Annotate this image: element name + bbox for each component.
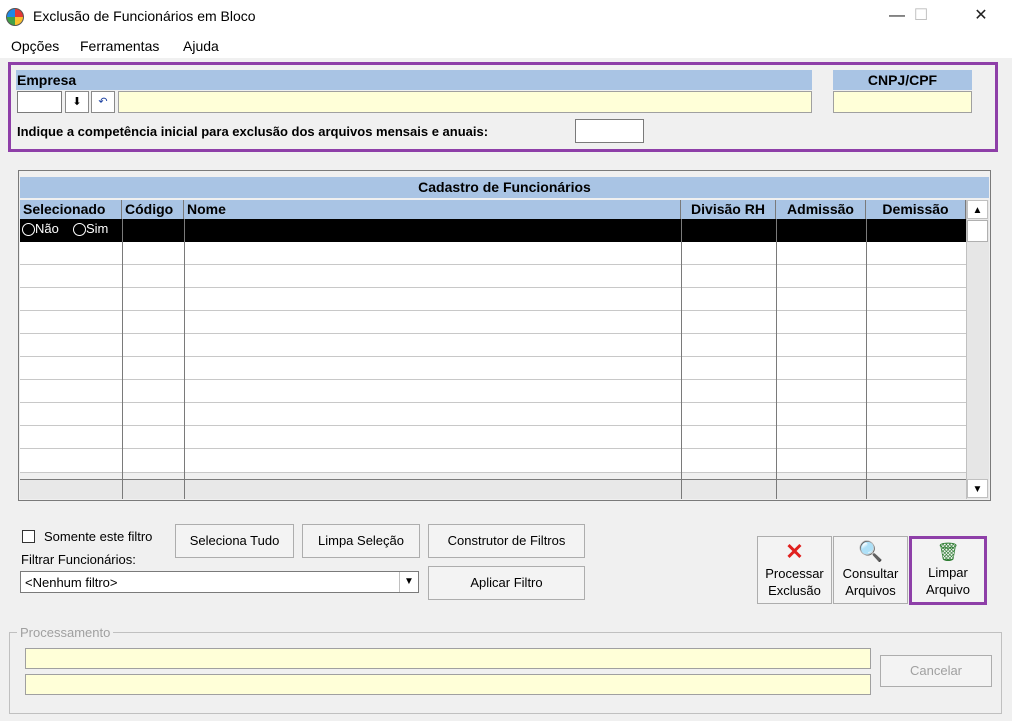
competencia-input[interactable]	[575, 119, 644, 143]
construtor-filtros-button[interactable]: Construtor de Filtros	[428, 524, 585, 558]
table-row[interactable]	[20, 403, 966, 426]
col-selecionado[interactable]: Selecionado	[20, 200, 122, 219]
radio-circle-icon	[73, 223, 86, 237]
empresa-name-field	[118, 91, 812, 113]
empresa-label: Empresa	[16, 70, 812, 90]
column-divider	[122, 219, 123, 499]
window-title: Exclusão de Funcionários em Bloco	[33, 8, 256, 24]
grid-title: Cadastro de Funcionários	[20, 177, 989, 198]
chevron-down-icon: ▼	[399, 572, 418, 592]
radio-sim[interactable]: Sim	[73, 221, 109, 237]
radio-nao-label: Não	[35, 221, 59, 236]
processamento-group	[9, 632, 1002, 714]
table-row[interactable]	[20, 288, 966, 311]
cnpj-field	[833, 91, 972, 113]
radio-circle-icon	[22, 223, 35, 237]
table-row[interactable]	[20, 334, 966, 357]
cancelar-button[interactable]: Cancelar	[880, 655, 992, 687]
close-button[interactable]: ✕	[958, 0, 1004, 32]
processar-label-2: Exclusão	[768, 583, 821, 598]
maximize-button[interactable]: ☐	[898, 0, 944, 32]
processamento-line-1	[25, 648, 871, 669]
table-row-selected[interactable]	[20, 219, 966, 242]
col-codigo[interactable]: Código	[122, 200, 184, 219]
seleciona-tudo-button[interactable]: Seleciona Tudo	[175, 524, 294, 558]
empresa-undo-button[interactable]: ↶	[91, 91, 115, 113]
table-row[interactable]	[20, 311, 966, 334]
limpar-label-2: Arquivo	[925, 582, 971, 597]
scroll-thumb[interactable]	[967, 220, 988, 242]
limpa-selecao-button[interactable]: Limpa Seleção	[302, 524, 420, 558]
cnpj-label: CNPJ/CPF	[833, 70, 972, 90]
col-nome[interactable]: Nome	[184, 200, 681, 219]
table-row[interactable]	[20, 380, 966, 403]
filtrar-label: Filtrar Funcionários:	[21, 552, 136, 567]
table-row[interactable]	[20, 449, 966, 473]
app-icon	[6, 8, 24, 26]
col-demissao[interactable]: Demissão	[866, 200, 966, 219]
vertical-scrollbar[interactable]	[966, 200, 989, 499]
filtro-select-value: <Nenhum filtro>	[25, 575, 118, 590]
column-divider	[776, 219, 777, 499]
limpar-arquivo-button[interactable]: 🗑 Limpar Arquivo	[909, 536, 987, 605]
column-divider	[681, 219, 682, 499]
consultar-arquivos-button[interactable]: 🔍 Consultar Arquivos	[833, 536, 908, 604]
menu-opcoes[interactable]: Opções	[11, 38, 59, 54]
menu-ajuda[interactable]: Ajuda	[183, 38, 219, 54]
processamento-label: Processamento	[17, 625, 114, 640]
grid-footer-row	[20, 479, 966, 499]
trash-bin-icon: 🗑	[936, 542, 960, 562]
limpar-label-1: Limpar	[928, 565, 968, 580]
consultar-label-2: Arquivos	[845, 583, 896, 598]
magnifier-icon: 🔍	[858, 541, 883, 563]
red-x-icon: ✕	[785, 539, 804, 564]
table-row[interactable]	[20, 265, 966, 288]
processar-label-1: Processar	[765, 566, 824, 581]
scroll-down-button[interactable]: ▼	[967, 479, 988, 498]
column-divider	[866, 219, 867, 499]
radio-sim-label: Sim	[86, 221, 109, 236]
competencia-label: Indique a competência inicial para exclu…	[17, 124, 489, 139]
table-row[interactable]	[20, 426, 966, 449]
empresa-dropdown-button[interactable]: ⬇	[65, 91, 89, 113]
scroll-up-button[interactable]: ▲	[967, 200, 988, 219]
table-row[interactable]	[20, 242, 966, 265]
processar-exclusao-button[interactable]: ✕ Processar Exclusão	[757, 536, 832, 604]
column-divider	[184, 219, 185, 499]
somente-filtro-checkbox[interactable]	[22, 530, 35, 543]
filtro-select[interactable]: <Nenhum filtro> ▼	[20, 571, 419, 593]
consultar-label-1: Consultar	[842, 566, 899, 581]
processamento-line-2	[25, 674, 871, 695]
undo-icon: ↶	[98, 96, 108, 108]
col-divisao-rh[interactable]: Divisão RH	[681, 200, 776, 219]
empresa-code-input[interactable]	[17, 91, 62, 113]
aplicar-filtro-button[interactable]: Aplicar Filtro	[428, 566, 585, 600]
radio-nao[interactable]: Não	[22, 221, 59, 237]
somente-filtro-label: Somente este filtro	[44, 529, 153, 544]
table-row[interactable]	[20, 357, 966, 380]
col-admissao[interactable]: Admissão	[776, 200, 866, 219]
download-arrow-icon: ⬇	[72, 96, 82, 108]
menu-ferramentas[interactable]: Ferramentas	[80, 38, 159, 54]
